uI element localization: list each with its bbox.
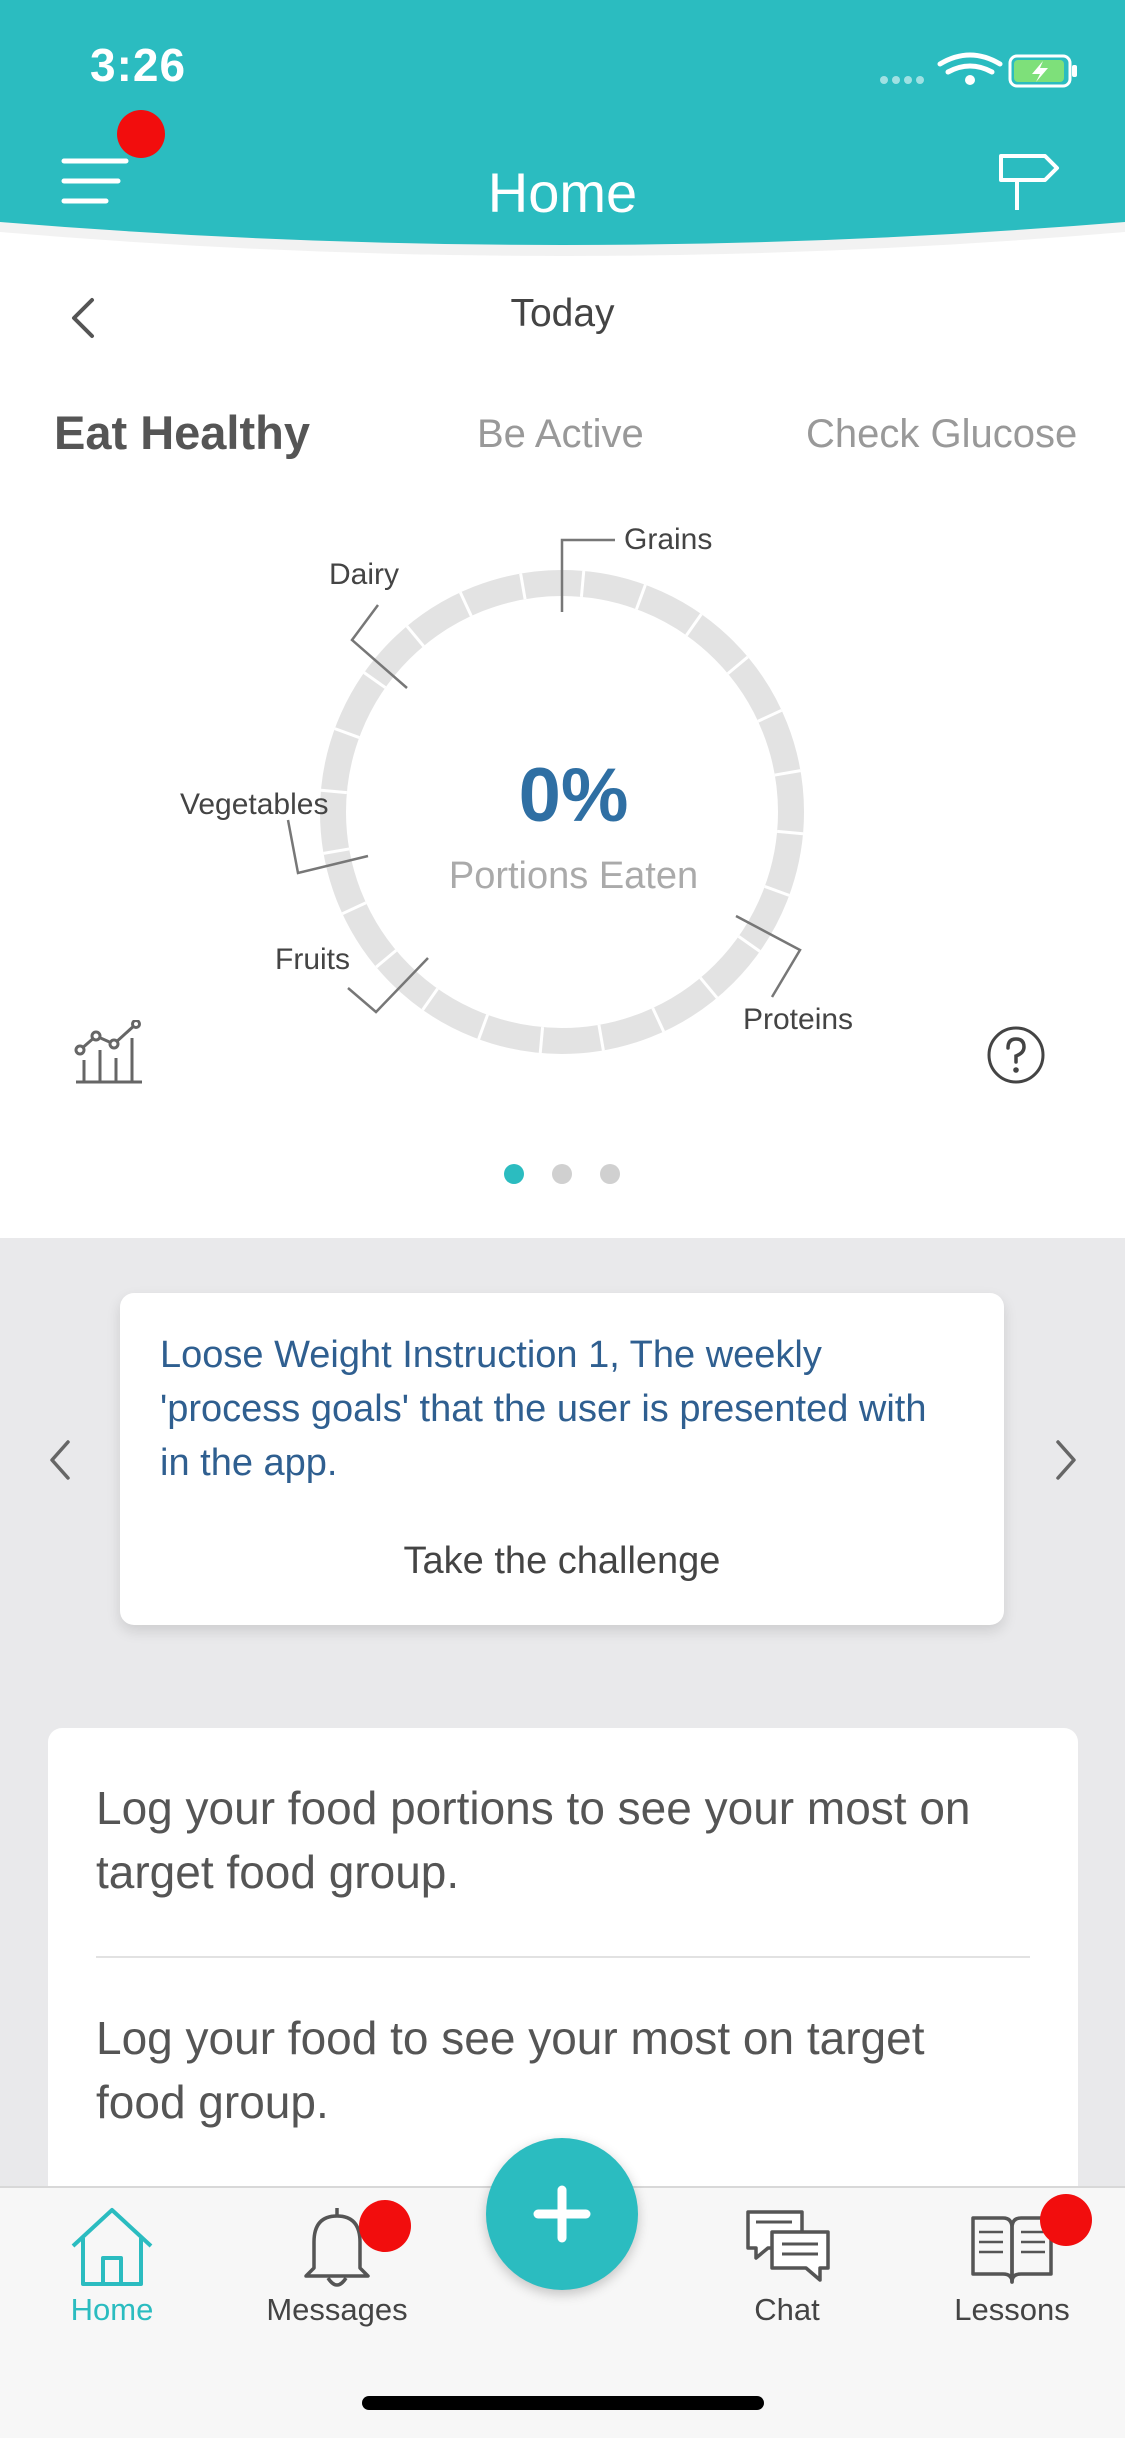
signpost-icon[interactable] [995,148,1061,214]
add-button[interactable] [486,2138,638,2290]
challenge-text: Loose Weight Instruction 1, The weekly '… [160,1334,927,1484]
tab-lessons[interactable]: Lessons [922,2194,1102,2362]
tab-messages[interactable]: Messages [247,2200,427,2362]
lessons-badge [1040,2194,1092,2246]
tab-chat-label: Chat [754,2292,820,2327]
notification-badge [117,110,165,158]
tab-chat[interactable]: Chat [697,2202,877,2362]
segment-label-dairy: Dairy [329,558,400,591]
pager-dot-2[interactable] [552,1164,572,1184]
help-icon[interactable] [986,1025,1046,1085]
food-log-message-1: Log your food portions to see your most … [96,1782,971,1898]
card-divider [96,1956,1030,1958]
previous-challenge-chevron-icon[interactable] [44,1432,78,1488]
messages-badge [359,2200,411,2252]
trend-chart-icon[interactable] [74,1020,144,1086]
chat-icon [746,2210,830,2282]
home-indicator [362,2396,764,2410]
food-log-message-2: Log your food to see your most on target… [96,2012,925,2128]
status-time: 3:26 [90,39,187,91]
next-challenge-chevron-icon[interactable] [1048,1432,1082,1488]
tab-eat-healthy[interactable]: Eat Healthy [54,405,310,460]
tab-messages-label: Messages [266,2292,408,2327]
tab-be-active[interactable]: Be Active [477,412,644,457]
page-title: Home [487,161,638,224]
take-challenge-button[interactable]: Take the challenge [120,1540,1004,1583]
pager-dot-1[interactable] [504,1164,524,1184]
tab-home[interactable]: Home [22,2202,202,2362]
tab-check-glucose[interactable]: Check Glucose [806,412,1077,457]
portions-percent: 0% [518,753,629,838]
segment-label-fruits: Fruits [275,943,350,976]
plus-icon [533,2185,591,2243]
status-icons [880,52,1077,88]
pager-dot-3[interactable] [600,1164,620,1184]
tab-lessons-label: Lessons [954,2292,1070,2327]
segment-label-grains: Grains [624,523,713,556]
portions-caption: Portions Eaten [448,855,699,897]
date-label: Today [510,292,615,335]
house-icon [71,2208,153,2286]
segment-label-proteins: Proteins [743,1003,854,1036]
tab-home-label: Home [70,2292,154,2327]
